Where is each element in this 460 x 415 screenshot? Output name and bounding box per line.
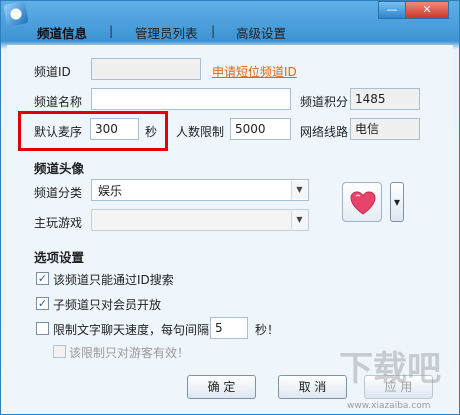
channel-name-input[interactable] [91,88,291,110]
guest-only-checkbox [53,345,66,358]
options-section-title: 选项设置 [34,250,85,265]
dropdown-arrow-icon: ▾ [393,195,401,209]
tab-separator: | [211,23,216,38]
category-value: 娱乐 [98,184,123,198]
ok-button[interactable]: 确 定 [187,375,256,399]
main-game-label: 主玩游戏 [34,216,83,230]
channel-settings-window: — ✕ 频道信息 | 管理员列表 | 高级设置 频道ID 申请短位频道ID 频道… [0,0,460,415]
chat-speed-limit-label: 限制文字聊天速度，每句间隔 [53,323,210,337]
id-search-only-label: 该频道只能通过ID搜索 [53,273,174,287]
close-icon: ✕ [422,3,432,16]
channel-id-label: 频道ID [34,65,71,79]
chat-interval-input[interactable]: 5 [210,317,248,339]
heart-icon [350,191,376,215]
app-logo-icon [3,1,29,27]
network-label: 网络线路 [300,125,349,139]
chat-speed-limit-checkbox[interactable] [36,322,49,335]
close-button[interactable]: ✕ [405,1,449,19]
channel-points-label: 频道积分 [300,95,349,109]
main-game-select: ▼ [91,209,309,231]
default-mic-input[interactable]: 300 [90,118,139,140]
channel-points-field: 1485 [350,88,420,110]
apply-short-id-link[interactable]: 申请短位频道ID [212,63,297,80]
channel-name-label: 频道名称 [34,95,83,109]
members-only-checkbox[interactable]: ✓ [36,297,49,310]
channel-avatar[interactable] [342,182,382,222]
network-field: 电信 [350,118,420,140]
guest-only-label: 该限制只对游客有效！ [69,346,190,360]
default-mic-label: 默认麦序 [34,125,83,139]
avatar-dropdown-button[interactable]: ▾ [390,182,404,222]
chevron-down-icon: ▼ [291,181,307,199]
user-limit-label: 人数限制 [176,125,225,139]
watermark-url: www.xiazaiba.com [347,401,431,411]
minimize-button[interactable]: — [378,1,406,19]
tab-separator: | [109,23,114,38]
chevron-down-icon: ▼ [291,211,307,229]
tab-advanced-settings[interactable]: 高级设置 [236,23,286,42]
minimize-icon: — [386,3,398,16]
tab-admin-list[interactable]: 管理员列表 [135,23,198,42]
watermark-logo: 下载吧 [339,349,441,389]
category-select[interactable]: 娱乐 ▼ [91,179,309,201]
seconds-unit: 秒 [145,125,158,139]
avatar-section-title: 频道头像 [34,161,85,176]
chat-interval-unit: 秒！ [255,323,280,337]
category-label: 频道分类 [34,186,83,200]
members-only-label: 子频道只对会员开放 [53,298,162,312]
tab-channel-info[interactable]: 频道信息 [37,23,87,42]
cancel-button[interactable]: 取 消 [278,375,347,399]
id-search-only-checkbox[interactable]: ✓ [36,272,49,285]
channel-id-field [91,58,201,80]
user-limit-input[interactable]: 5000 [230,118,291,140]
